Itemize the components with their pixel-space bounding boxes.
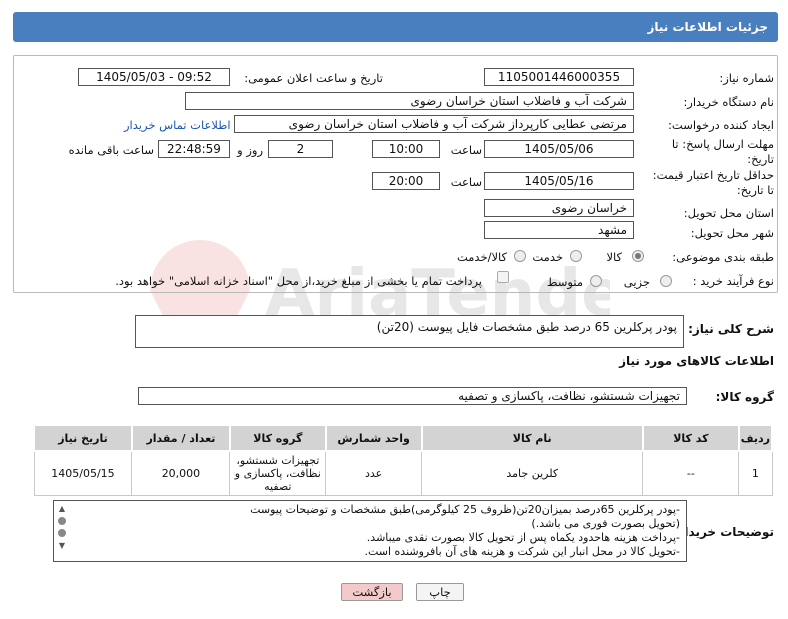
remaining-time-label: ساعت باقی مانده bbox=[68, 143, 154, 157]
reply-time-field[interactable]: 10:00 bbox=[372, 140, 440, 158]
cell-group: تجهیزات شستشو، نظافت، پاکسازی و تصفیه bbox=[229, 450, 327, 496]
summary-label: شرح کلی نیاز: bbox=[688, 322, 774, 336]
cell-date: 1405/05/15 bbox=[33, 450, 133, 496]
goods-section-title: اطلاعات کالاهای مورد نیاز bbox=[619, 354, 774, 368]
goods-group-label: گروه کالا: bbox=[715, 390, 774, 404]
category-option-service: خدمت bbox=[532, 250, 563, 264]
col-header-date: تاریخ نیاز bbox=[33, 424, 133, 452]
col-header-qty: تعداد / مقدار bbox=[130, 424, 231, 452]
creator-field[interactable]: مرتضی عطایی کارپرداز شرکت آب و فاضلاب اس… bbox=[234, 115, 634, 133]
reply-time-label: ساعت bbox=[450, 143, 482, 157]
city-label: شهر محل تحویل: bbox=[690, 226, 774, 240]
reply-deadline-label-1: مهلت ارسال پاسخ: تا bbox=[671, 137, 774, 151]
cell-name: کلرین جامد bbox=[421, 450, 644, 496]
scroll-down-icon[interactable]: ▼ bbox=[57, 541, 67, 550]
category-radio-both[interactable] bbox=[514, 250, 526, 262]
process-option-minor: جزیی bbox=[623, 275, 650, 289]
announce-date-field[interactable]: 1405/05/03 - 09:52 bbox=[78, 68, 230, 86]
cell-row: 1 bbox=[738, 450, 773, 496]
price-validity-label-1: حداقل تاریخ اعتبار قیمت: bbox=[652, 168, 774, 182]
buyer-notes-line: (تحویل بصورت فوری می باشد.) bbox=[531, 517, 680, 530]
buyer-notes-textarea[interactable]: -پودر پرکلرین 65درصد بمیزان20تن(ظروف 25 … bbox=[53, 500, 687, 562]
price-date-field[interactable]: 1405/05/16 bbox=[484, 172, 634, 190]
reply-deadline-label-2: تاریخ: bbox=[747, 152, 774, 166]
days-field[interactable]: 2 bbox=[268, 140, 333, 158]
notes-scrollbar[interactable]: ▲ ▼ bbox=[57, 504, 67, 558]
process-radio-minor[interactable] bbox=[660, 275, 672, 287]
need-number-label: شماره نیاز: bbox=[719, 71, 774, 85]
page-title: جزئیات اطلاعات نیاز bbox=[647, 20, 768, 34]
price-time-field[interactable]: 20:00 bbox=[372, 172, 440, 190]
items-table: ردیف کد کالا نام کالا واحد شمارش گروه کا… bbox=[33, 424, 774, 496]
creator-label: ایجاد کننده درخواست: bbox=[668, 118, 774, 132]
buyer-contact-link[interactable]: اطلاعات تماس خریدار bbox=[124, 118, 231, 132]
cell-code: -- bbox=[642, 450, 740, 496]
col-header-row: ردیف bbox=[737, 424, 774, 452]
remaining-time-field[interactable]: 22:48:59 bbox=[158, 140, 230, 158]
category-radio-service[interactable] bbox=[570, 250, 582, 262]
price-time-label: ساعت bbox=[450, 175, 482, 189]
category-option-both: کالا/خدمت bbox=[456, 250, 507, 264]
table-row[interactable]: 1 -- کلرین جامد عدد تجهیزات شستشو، نظافت… bbox=[33, 450, 773, 496]
city-field[interactable]: مشهد bbox=[484, 221, 634, 239]
need-number-field[interactable]: 1105001446000355 bbox=[484, 68, 634, 86]
scroll-thumb-icon[interactable] bbox=[58, 517, 66, 525]
page-title-bar: جزئیات اطلاعات نیاز bbox=[13, 12, 778, 42]
buyer-field[interactable]: شرکت آب و فاضلاب استان خراسان رضوی bbox=[185, 92, 634, 110]
category-radio-goods[interactable] bbox=[632, 250, 644, 262]
category-label: طبقه بندی موضوعی: bbox=[672, 250, 774, 264]
reply-date-field[interactable]: 1405/05/06 bbox=[484, 140, 634, 158]
col-header-unit: واحد شمارش bbox=[324, 424, 423, 452]
col-header-name: نام کالا bbox=[420, 424, 644, 452]
process-radio-medium[interactable] bbox=[590, 275, 602, 287]
cell-qty: 20,000 bbox=[131, 450, 231, 496]
announce-date-label: تاریخ و ساعت اعلان عمومی: bbox=[244, 71, 383, 85]
buyer-label: نام دستگاه خریدار: bbox=[683, 95, 774, 109]
buyer-notes-line: -پرداخت هزینه هاحدود یکماه پس از تحویل ک… bbox=[366, 531, 680, 544]
col-header-group: گروه کالا bbox=[228, 424, 327, 452]
category-option-goods: کالا bbox=[606, 250, 622, 264]
col-header-code: کد کالا bbox=[641, 424, 740, 452]
price-validity-label-2: تا تاریخ: bbox=[736, 183, 774, 197]
days-label: روز و bbox=[237, 143, 263, 157]
scroll-up-icon[interactable]: ▲ bbox=[57, 504, 67, 513]
buyer-notes-line: -پودر پرکلرین 65درصد بمیزان20تن(ظروف 25 … bbox=[250, 503, 680, 516]
treasury-payment-checkbox[interactable] bbox=[497, 271, 509, 283]
goods-group-field[interactable]: تجهیزات شستشو، نظافت، پاکسازی و تصفیه bbox=[138, 387, 687, 405]
province-label: استان محل تحویل: bbox=[683, 206, 774, 220]
scroll-thumb-icon[interactable] bbox=[58, 529, 66, 537]
cell-unit: عدد bbox=[325, 450, 423, 496]
back-button[interactable]: بازگشت bbox=[341, 583, 403, 601]
buyer-notes-line: -تحویل کالا در محل انبار این شرکت و هزین… bbox=[364, 545, 680, 558]
province-field[interactable]: خراسان رضوی bbox=[484, 199, 634, 217]
buyer-notes-label: توضیحات خریدار: bbox=[672, 525, 774, 539]
treasury-payment-note: پرداخت تمام یا بخشی از مبلغ خرید،از محل … bbox=[115, 274, 482, 288]
summary-textarea[interactable]: پودر پرکلرین 65 درصد طبق مشخصات فایل پیو… bbox=[135, 315, 684, 348]
print-button[interactable]: چاپ bbox=[416, 583, 464, 601]
process-label: نوع فرآیند خرید : bbox=[692, 274, 774, 288]
process-option-medium: متوسط bbox=[546, 275, 583, 289]
